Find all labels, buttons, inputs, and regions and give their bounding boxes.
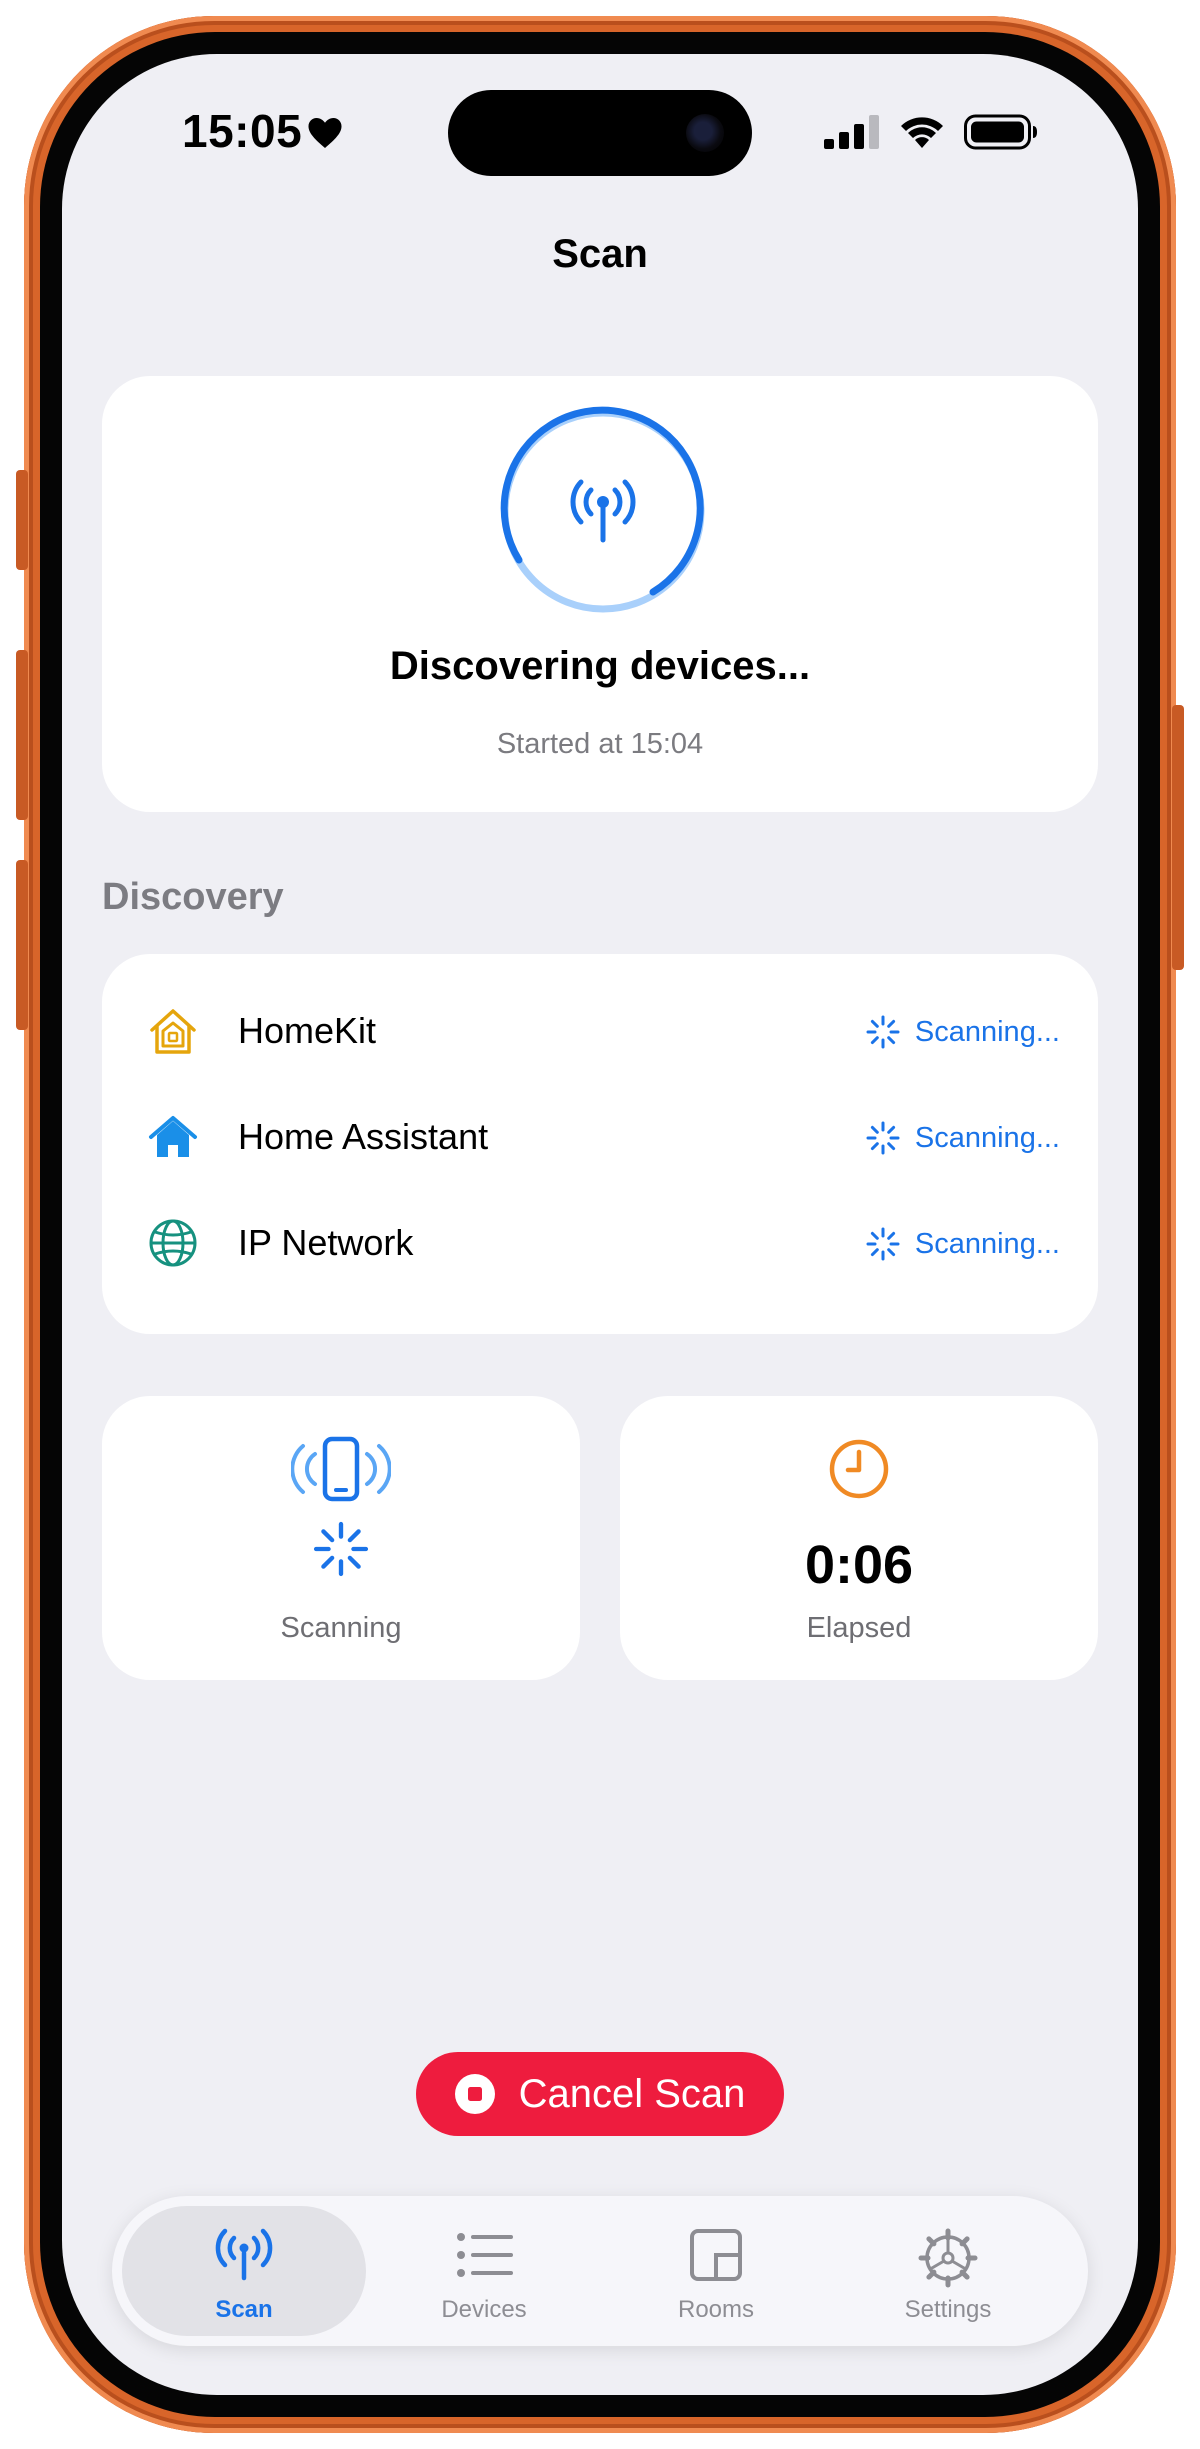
discovery-row-homekit[interactable]: HomeKit Scanning... [102,980,1098,1080]
cellular-signal-icon [824,115,879,149]
scan-progress-ring [500,406,705,613]
hero-subtitle: Started at 15:04 [496,728,704,760]
tab-settings[interactable]: Settings [826,2206,1070,2336]
discovery-list: HomeKit Scanning... Home Assistant Scann… [102,954,1098,1334]
wifi-icon [901,117,943,148]
scanning-tile: Scanning [102,1396,580,1680]
action-button [16,470,28,570]
discovery-label: HomeKit [238,1010,377,1051]
elapsed-value: 0:06 [804,1535,914,1595]
list-icon [457,2233,513,2277]
scanning-tile-label: Scanning [280,1612,402,1644]
discovery-status: Scanning... [865,1226,1060,1262]
tab-label: Settings [904,2296,992,2323]
tab-bar: Scan Devices Rooms Settings [112,2196,1088,2346]
tab-devices[interactable]: Devices [362,2206,606,2336]
tab-label: Devices [441,2296,527,2323]
tab-rooms[interactable]: Rooms [594,2206,838,2336]
clock-icon [829,1439,889,1499]
volume-down-button [16,860,28,1030]
discovery-status: Scanning... [865,1014,1060,1050]
cancel-scan-label: Cancel Scan [518,2071,746,2116]
discovery-status-text: Scanning... [914,1227,1060,1260]
iphone-radiowaves-icon [291,1436,391,1502]
discovery-row-home-assistant[interactable]: Home Assistant Scanning... [102,1086,1098,1186]
discovery-status-text: Scanning... [914,1121,1060,1154]
page-title: Scan [552,232,648,276]
scan-progress-card: Discovering devices... Started at 15:04 [102,376,1098,812]
section-title-discovery: Discovery [102,876,284,918]
antenna-icon [215,2228,273,2281]
spinner-icon [866,1227,900,1261]
power-button [1172,705,1184,970]
discovery-label: IP Network [238,1222,414,1263]
screen: 15:05 Scan Discovering devices... Starte… [62,54,1138,2395]
discovery-status: Scanning... [865,1120,1060,1156]
spinner-icon [313,1521,369,1577]
discovery-label: Home Assistant [238,1116,489,1157]
stop-icon [454,2074,495,2114]
discovery-status-text: Scanning... [914,1015,1060,1048]
gear-icon [918,2228,978,2288]
hero-title: Discovering devices... [389,644,811,688]
antenna-radiowaves-icon [570,479,636,543]
tab-label: Scan [215,2296,273,2323]
spinner-icon [866,1015,900,1049]
battery-icon [964,114,1037,150]
house-fill-icon [149,1116,197,1157]
tab-label: Rooms [677,2296,755,2323]
homekit-house-icon [150,1009,196,1054]
spinner-icon [866,1121,900,1155]
status-time: 15:05 [182,105,303,157]
elapsed-tile: 0:06 Elapsed [620,1396,1098,1680]
status-icons [824,114,1038,150]
rooms-icon [690,2229,742,2281]
volume-up-button [16,650,28,820]
discovery-row-ip-network[interactable]: IP Network Scanning... [102,1192,1098,1292]
tab-scan[interactable]: Scan [122,2206,366,2336]
globe-icon [149,1219,197,1267]
cancel-scan-button[interactable]: Cancel Scan [416,2052,784,2136]
camera-lens [686,114,724,152]
elapsed-label: Elapsed [806,1612,912,1644]
heart-icon [308,118,342,148]
dynamic-island [448,90,752,176]
